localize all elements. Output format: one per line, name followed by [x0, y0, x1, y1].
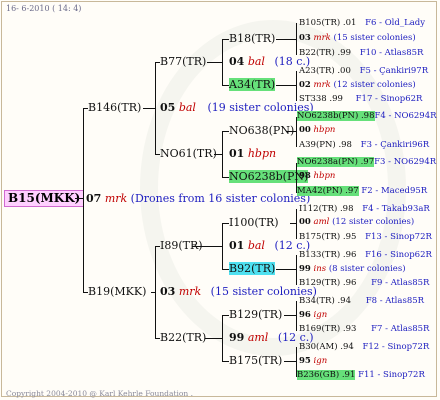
b146-info: 05 bal (19 sister colonies)	[160, 101, 314, 114]
leaf: 95 ign	[299, 356, 328, 366]
mark: bal	[247, 55, 265, 68]
leaf: A23(TR) .00 F5 - Çankiri97R	[299, 66, 429, 76]
link	[222, 131, 223, 177]
mark: hbpn	[247, 147, 277, 160]
leaf: 99 ins (8 sister colonies)	[299, 264, 406, 274]
b18-node: B18(TR)	[229, 32, 276, 45]
mark: mrk	[178, 285, 202, 298]
leaf: I112(TR) .98 F4 - Takab93aR	[299, 204, 430, 214]
leaf: ST338 .99 F17 - Sinop62R	[299, 94, 423, 104]
link	[296, 209, 297, 239]
print-date: 16- 6-2010 ( 14: 4)	[6, 4, 82, 13]
note: (Drones from 16 sister colonies)	[130, 192, 311, 205]
leaf: B34(TR) .94 F8 - Atlas85R	[299, 296, 425, 306]
link	[192, 246, 222, 247]
mark: bal	[247, 239, 265, 252]
link	[222, 315, 223, 361]
leaf: B236(GB) .91 F11 - Sinop72R	[297, 370, 425, 380]
leaf: B30(AM) .94 F12 - Sinop72R	[299, 342, 430, 352]
link	[276, 39, 296, 40]
no638-node: NO638(PN)	[229, 124, 295, 137]
leaf: B175(TR) .95 F13 - Sinop72R	[299, 232, 432, 242]
link	[296, 301, 297, 331]
leaf: 02 mrk (12 sister colonies)	[299, 80, 416, 90]
b19-node: B19(MKK)	[88, 285, 147, 298]
link	[276, 85, 296, 86]
no61-info: 01 hbpn	[229, 147, 276, 160]
b77-info: 04 bal (18 c.)	[229, 55, 310, 68]
link	[284, 361, 296, 362]
b19-info: 03 mrk (15 sister colonies)	[160, 285, 317, 298]
link	[296, 255, 297, 285]
leaf: B129(TR) .96 F9 - Atlas85R	[299, 278, 430, 288]
leaf: 96 ign	[299, 310, 328, 320]
leaf: 98 hbpn	[299, 171, 336, 181]
i89-info: 01 bal (12 c.)	[229, 239, 310, 252]
b22-node: B22(TR)	[160, 331, 207, 344]
link	[284, 315, 296, 316]
link	[205, 338, 222, 339]
link	[222, 223, 223, 269]
link	[222, 39, 229, 40]
year: 07	[86, 192, 102, 205]
b175-node: B175(TR)	[229, 354, 283, 367]
leaf: B169(TR) .93 F7 - Atlas85R	[299, 324, 430, 334]
leaf: NO6238b(PN) .98F4 - NO6294R	[297, 111, 437, 121]
copyright: Copyright 2004-2010 @ Karl Kehrle Founda…	[6, 389, 193, 398]
mark: aml	[247, 331, 269, 344]
link	[207, 62, 222, 63]
year: 04	[229, 55, 245, 68]
link	[286, 131, 296, 132]
link	[222, 315, 229, 316]
link	[296, 71, 297, 101]
link	[222, 177, 229, 178]
year: 99	[229, 331, 245, 344]
link	[222, 269, 229, 270]
link	[222, 131, 229, 132]
link	[155, 62, 156, 154]
leaf: 00 hbpn	[299, 125, 336, 135]
i100-node: I100(TR)	[229, 216, 279, 229]
leaf: B133(TR) .96 F16 - Sinop62R	[299, 250, 432, 260]
b77-node: B77(TR)	[160, 55, 207, 68]
link	[222, 39, 223, 85]
link	[222, 85, 229, 86]
b129-node: B129(TR)	[229, 308, 283, 321]
link	[222, 223, 229, 224]
mark: mrk	[104, 192, 128, 205]
link	[214, 154, 222, 155]
root-queen: B15(MKK)	[4, 190, 85, 207]
year: 01	[229, 239, 245, 252]
leaf: B105(TR) .01 F6 - Old_Lady	[299, 18, 426, 28]
link	[276, 269, 296, 270]
link	[155, 246, 156, 338]
a34-node: A34(TR)	[229, 78, 276, 91]
year: 05	[160, 101, 176, 114]
link	[83, 108, 84, 292]
no61-node: NO61(TR)	[160, 147, 217, 160]
b92-node: B92(TR)	[229, 262, 276, 275]
link	[143, 108, 155, 109]
leaf: NO6238a(PN) .97F3 - NO6294R	[297, 157, 437, 167]
leaf: B22(TR) .99 F10 - Atlas85R	[299, 48, 424, 58]
leaf: 00 aml (12 sister colonies)	[299, 217, 415, 227]
leaf: MA42(PN) .97 F2 - Maced95R	[297, 186, 428, 196]
b146-node: B146(TR)	[88, 101, 142, 114]
link	[222, 361, 229, 362]
link	[296, 23, 297, 55]
mark: bal	[178, 101, 196, 114]
gen1-info: 07 mrk (Drones from 16 sister colonies)	[86, 192, 310, 205]
leaf: A39(PN) .98 F3 - Çankiri96R	[299, 140, 430, 150]
year: 03	[160, 285, 176, 298]
year: 01	[229, 147, 245, 160]
link	[75, 198, 83, 199]
leaf: 03 mrk (15 sister colonies)	[299, 33, 416, 43]
